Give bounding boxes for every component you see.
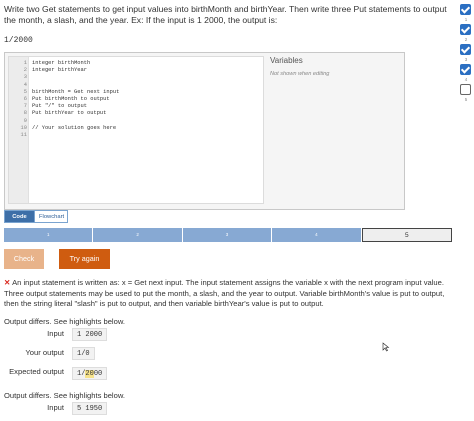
- line-number: 2: [23, 67, 27, 74]
- step-number: 1: [464, 17, 468, 22]
- your-output-label: Your output: [25, 348, 64, 357]
- code-line[interactable]: Put birthYear to output: [32, 110, 262, 117]
- step-number: 5: [464, 97, 468, 102]
- check-icon: [460, 44, 471, 55]
- line-number: 8: [23, 110, 27, 117]
- view-tabs: Code Flowchart: [4, 210, 68, 223]
- feedback-message: An input statement is written as: x = Ge…: [4, 278, 445, 309]
- diff-title: Output differs. See highlights below.: [4, 317, 126, 326]
- your-output-value: 1/0: [72, 347, 95, 360]
- level-segment[interactable]: 1: [4, 228, 94, 242]
- variables-note: Not shown when editing: [270, 71, 330, 77]
- check-icon: [460, 24, 471, 35]
- code-line[interactable]: integer birthYear: [32, 67, 262, 74]
- variables-title: Variables: [270, 56, 303, 65]
- variables-panel: Variables Not shown when editing: [270, 56, 400, 77]
- line-number: 5: [23, 88, 27, 95]
- line-numbers: 1 2 3 4 5 6 7 8 9 10 11: [9, 60, 27, 139]
- input-value: 5 1950: [72, 402, 108, 415]
- code-line[interactable]: Put "/" to output: [32, 103, 262, 110]
- progress-checklist: 1 2 3 4 5: [460, 4, 472, 104]
- tab-code[interactable]: Code: [4, 210, 35, 223]
- diff-title: Output differs. See highlights below.: [4, 391, 126, 400]
- level-segment[interactable]: 3: [182, 228, 273, 242]
- line-number: 1: [23, 60, 27, 66]
- mouse-cursor-icon: [382, 342, 390, 352]
- level-segment[interactable]: 4: [272, 228, 362, 242]
- input-value: 1 2000: [72, 328, 108, 341]
- diff-highlight: 20: [85, 370, 94, 378]
- error-x-icon: ✕: [4, 278, 11, 287]
- code-line[interactable]: [32, 74, 262, 81]
- challenge-prompt: Write two Get statements to get input va…: [4, 4, 447, 25]
- step-number: 4: [464, 77, 468, 82]
- input-label: Input: [47, 403, 64, 412]
- step-number: 3: [464, 57, 468, 62]
- code-line[interactable]: [32, 118, 262, 125]
- level-segment[interactable]: 2: [93, 228, 183, 242]
- level-segment-current[interactable]: 5: [361, 228, 453, 242]
- check-icon: [460, 64, 471, 75]
- empty-checkbox-icon: [460, 84, 471, 95]
- line-number: 11: [20, 131, 27, 138]
- code-line[interactable]: Put birthMonth to output: [32, 96, 262, 103]
- step-number: 2: [464, 37, 468, 42]
- code-line[interactable]: birthMonth = Get next input: [32, 89, 262, 96]
- line-number: 7: [23, 103, 27, 110]
- level-progress-bar: 1 2 3 4 5: [4, 228, 453, 242]
- expected-output-label: Expected output: [9, 367, 64, 376]
- input-label: Input: [47, 329, 64, 338]
- line-number: 10: [20, 124, 27, 131]
- code-line[interactable]: // Your solution goes here: [32, 125, 262, 132]
- check-icon: [460, 4, 471, 15]
- line-number: 9: [23, 117, 27, 124]
- tab-flowchart[interactable]: Flowchart: [34, 210, 68, 223]
- try-again-button[interactable]: Try again: [59, 249, 110, 269]
- line-number: 3: [23, 74, 27, 81]
- line-number: 4: [23, 81, 27, 88]
- feedback-message-row: ✕ An input statement is written as: x = …: [4, 278, 452, 310]
- code-line[interactable]: [32, 132, 262, 139]
- line-number: 6: [23, 95, 27, 102]
- expected-suffix: 00: [93, 370, 103, 378]
- example-output: 1/2000: [4, 36, 33, 45]
- code-line[interactable]: [32, 82, 262, 89]
- check-button[interactable]: Check: [4, 249, 44, 269]
- code-editor[interactable]: 1 2 3 4 5 6 7 8 9 10 11 integer birthMon…: [8, 56, 264, 204]
- code-lines[interactable]: integer birthMonth integer birthYear bir…: [32, 60, 262, 139]
- code-line[interactable]: integer birthMonth: [32, 60, 262, 67]
- feedback-panel: ✕ An input statement is written as: x = …: [4, 278, 452, 310]
- expected-output-value: 1/2000: [72, 367, 108, 380]
